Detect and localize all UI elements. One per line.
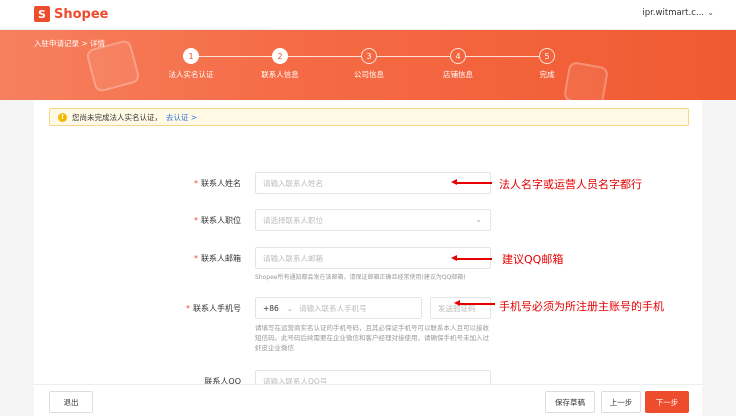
step-label: 联系人信息 (261, 70, 299, 79)
annotation-arrow (451, 255, 492, 261)
chevron-down-icon: ⌄ (475, 215, 482, 224)
account-name[interactable]: ipr.witmart.c... (642, 8, 704, 18)
annotation-arrow (454, 300, 495, 306)
next-step-button[interactable]: 下一步 (645, 391, 689, 413)
name-label: * 联系人姓名 (194, 178, 241, 189)
required-mark: * (194, 179, 198, 188)
annotation-phone: 手机号必须为所注册主账号的手机 (499, 300, 664, 313)
chevron-down-icon[interactable]: ⌄ (707, 8, 714, 17)
step-1: 1 法人实名认证 (151, 48, 231, 80)
warning-icon: ! (58, 112, 67, 122)
position-label: * 联系人职位 (194, 215, 241, 226)
step-label: 法人实名认证 (168, 70, 214, 79)
breadcrumb: 入驻申请记录 > 详情 (34, 39, 106, 48)
sms-code-input[interactable]: 发送验证码 (430, 297, 491, 319)
step-label: 店铺信息 (443, 70, 473, 79)
step-number: 4 (450, 48, 466, 64)
phone-hint: 请填写在运营商实名认证的手机号码，且其必保证手机号可以联系本人且可以接收短信码。… (255, 324, 489, 352)
top-bar: S Shopee ipr.witmart.c... ⌄ (0, 0, 736, 30)
exit-button[interactable]: 退出 (49, 391, 93, 413)
logo-text: Shopee (54, 6, 109, 22)
required-mark: * (186, 304, 190, 313)
placeholder: 请输入联系人手机号 (299, 303, 367, 313)
annotation-email: 建议QQ邮箱 (502, 253, 564, 266)
step-number: 3 (361, 48, 377, 64)
placeholder: 请输入联系人姓名 (263, 178, 323, 188)
footer-bar: 退出 保存草稿 上一步 下一步 (34, 384, 702, 416)
step-number: 5 (539, 48, 555, 64)
annotation-arrow (451, 179, 492, 185)
notice-text: 您尚未完成法人实名认证， (72, 112, 162, 122)
step-number: 1 (183, 48, 199, 64)
placeholder: 请输入联系人邮箱 (263, 253, 323, 263)
shopee-bag-icon: S (34, 6, 50, 22)
country-code[interactable]: +86 (263, 304, 279, 313)
form-card: ! 您尚未完成法人实名认证， 去认证 > * 联系人姓名 请输入联系人姓名 * 联系… (34, 100, 702, 416)
placeholder: 请选择联系人职位 (263, 215, 323, 225)
step-4: 4 店铺信息 (418, 48, 498, 80)
label-text: 联系人手机号 (193, 304, 241, 313)
label-text: 联系人邮箱 (201, 254, 241, 263)
annotation-name: 法人名字或运营人员名字都行 (499, 178, 642, 191)
email-hint: Shopee所有通知都会发在该邮箱，请保证邮箱正确且经常使用(建议为QQ邮箱) (255, 274, 466, 281)
label-text: 联系人姓名 (201, 179, 241, 188)
contact-position-select[interactable]: 请选择联系人职位 ⌄ (255, 209, 491, 231)
chevron-down-icon[interactable]: ⌄ (287, 304, 293, 313)
label-text: 联系人职位 (201, 216, 241, 225)
required-mark: * (194, 216, 198, 225)
previous-step-button[interactable]: 上一步 (601, 391, 641, 413)
contact-phone-input[interactable]: +86 ⌄ 请输入联系人手机号 (255, 297, 422, 319)
step-3: 3 公司信息 (329, 48, 409, 80)
step-number: 2 (272, 48, 288, 64)
step-5: 5 完成 (507, 48, 587, 80)
notice-banner: ! 您尚未完成法人实名认证， 去认证 > (49, 108, 689, 126)
step-label: 公司信息 (354, 70, 384, 79)
verify-link[interactable]: 去认证 > (166, 112, 197, 123)
shopee-logo[interactable]: S Shopee (34, 6, 109, 22)
required-mark: * (194, 254, 198, 263)
progress-banner: 入驻申请记录 > 详情 1 法人实名认证 2 联系人信息 3 公司信息 4 店铺… (0, 30, 736, 100)
save-draft-button[interactable]: 保存草稿 (545, 391, 595, 413)
step-2: 2 联系人信息 (240, 48, 320, 80)
email-label: * 联系人邮箱 (194, 253, 241, 264)
phone-label: * 联系人手机号 (186, 303, 241, 314)
step-label: 完成 (539, 70, 555, 79)
